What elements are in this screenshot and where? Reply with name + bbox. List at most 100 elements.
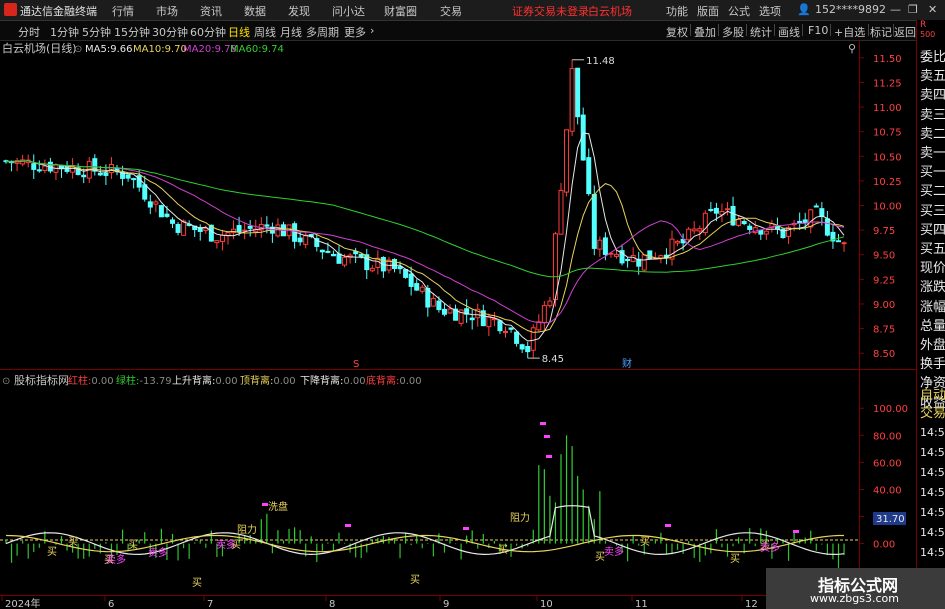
menu-item-wenxiaoda[interactable]: 问小达: [332, 3, 365, 19]
period-fenshi[interactable]: 分时: [18, 24, 40, 40]
btn-fanhui[interactable]: 返回: [894, 24, 916, 40]
buy-signal-label: 买: [410, 574, 420, 586]
panel-item: 买五: [920, 242, 945, 257]
minimize-icon[interactable]: —: [890, 3, 901, 16]
wash-label: 洗盘: [268, 500, 288, 513]
candle-body: [508, 327, 514, 330]
date-tick-label: 10: [540, 599, 553, 609]
period-monthly[interactable]: 月线: [280, 24, 302, 40]
btn-add-watchlist[interactable]: +自选: [834, 24, 865, 40]
ma-value: 9.74: [262, 44, 284, 55]
buy-signal-label: 买: [730, 553, 740, 565]
candle-body: [369, 267, 375, 272]
ma-lines: [5, 132, 845, 342]
candle-body: [297, 237, 303, 243]
btn-diejia[interactable]: 叠加: [694, 24, 716, 40]
candle-body: [153, 201, 159, 205]
date-tick-label: 8: [329, 599, 335, 609]
panel-time: 14:56: [920, 546, 945, 559]
candle-body: [108, 163, 114, 174]
indicator-signal-labels: 买买买买买买买买买买买买卖多卖多卖多卖多 卖多阻力阻力洗盘: [47, 422, 799, 589]
indicator-tick-label: 40.00: [873, 485, 902, 496]
event-s-marker[interactable]: S: [353, 359, 359, 370]
btn-tongji[interactable]: 统计: [750, 24, 772, 40]
price-tick-label: 11.25: [873, 78, 902, 89]
candle-body: [175, 223, 181, 233]
event-cai-marker[interactable]: 财: [622, 357, 632, 370]
indicator-current-value: 31.70: [876, 514, 905, 525]
period-5min[interactable]: 5分钟: [82, 24, 111, 40]
date-tick-label: 11: [635, 599, 648, 609]
date-tick-label: 12: [745, 599, 758, 609]
candle-body: [541, 305, 547, 323]
period-30min[interactable]: 30分钟: [152, 24, 188, 40]
user-account[interactable]: 152****9892: [815, 3, 886, 16]
period-1min[interactable]: 1分钟: [50, 24, 79, 40]
site-watermark: 指标公式网 www.zbgs3.com: [766, 568, 945, 609]
pin-icon[interactable]: ⚲: [848, 42, 856, 55]
btn-huaxian[interactable]: 画线: [778, 24, 800, 40]
price-axis: 11.50 11.25 11.00 10.75 10.50 10.25 10.00 9.75 9…: [859, 54, 902, 360]
candle-body: [686, 228, 692, 241]
menu-item-jiaoyi[interactable]: 交易: [440, 3, 462, 19]
period-multi[interactable]: 多周期: [306, 24, 339, 40]
period-more[interactable]: 更多: [344, 24, 366, 40]
date-tick-label: 7: [207, 599, 213, 609]
buy-signal-label: 买: [128, 539, 138, 551]
signal-dot: [540, 422, 546, 425]
indicator-value: 0.00: [343, 376, 365, 387]
candle-body: [530, 327, 536, 351]
btn-f10[interactable]: F10: [808, 24, 828, 37]
restore-icon[interactable]: ❐: [908, 3, 918, 16]
menu-item-banmian[interactable]: 版面: [697, 3, 719, 19]
date-tick-label: 2024年: [5, 597, 40, 609]
candle-body: [81, 174, 87, 178]
btn-biaoji[interactable]: 标记: [870, 24, 892, 40]
candle-body: [319, 249, 325, 253]
menu-item-hangqing[interactable]: 行情: [112, 3, 134, 19]
menu-item-caifuquan[interactable]: 财富圈: [384, 3, 417, 19]
signal-dot: [463, 527, 469, 530]
indicator-value: 0.00: [273, 376, 295, 387]
panel-item: 涨幅: [920, 299, 945, 315]
user-icon[interactable]: 👤: [797, 3, 811, 16]
indicator-tick-label: 80.00: [873, 431, 902, 442]
candle-body: [158, 205, 164, 218]
trade-login-notice[interactable]: 证券交易未登录: [512, 3, 589, 19]
indicator-dropdown-icon[interactable]: ⊙: [2, 376, 10, 387]
period-daily[interactable]: 日线: [228, 24, 250, 40]
close-icon[interactable]: ✕: [928, 3, 937, 16]
period-60min[interactable]: 60分钟: [190, 24, 226, 40]
menu-item-zixun[interactable]: 资讯: [200, 3, 222, 19]
price-tick-label: 9.25: [873, 275, 895, 286]
candle-body: [20, 159, 26, 165]
menu-item-xuanxiang[interactable]: 选项: [759, 3, 781, 19]
price-tick-label: 8.75: [873, 325, 895, 336]
period-weekly[interactable]: 周线: [254, 24, 276, 40]
indicator-label: 顶背离:: [240, 374, 273, 387]
candle-body: [564, 129, 570, 193]
indicator-legend: 红柱:0.00 绿柱:-13.79 上升背离:0.00 顶背离:0.00 下降背离:0.…: [68, 374, 422, 387]
more-chevron-icon[interactable]: ›: [370, 24, 374, 37]
price-tick-label: 11.50: [873, 54, 902, 65]
panel-time: 14:56: [920, 446, 945, 459]
menu-item-shichang[interactable]: 市场: [156, 3, 178, 19]
ma-dropdown-icon[interactable]: ⊙: [74, 44, 82, 55]
period-15min[interactable]: 15分钟: [114, 24, 150, 40]
menu-item-shuju[interactable]: 数据: [244, 3, 266, 19]
menu-item-gongshi[interactable]: 公式: [728, 3, 750, 19]
panel-item: 外盘: [920, 338, 945, 353]
btn-fuquan[interactable]: 复权: [666, 24, 688, 40]
btn-duogu[interactable]: 多股: [722, 24, 744, 40]
candle-body: [358, 253, 364, 257]
candle-body: [514, 331, 520, 344]
menu-item-faxian[interactable]: 发现: [288, 3, 310, 19]
candle-body: [614, 253, 619, 257]
menu-item-gongneng[interactable]: 功能: [666, 3, 688, 19]
candle-body: [575, 67, 581, 118]
indicator-axis: 100.0080.0060.0040.0020.000.00: [859, 404, 908, 551]
candle-body: [31, 163, 37, 170]
candle-body: [342, 256, 348, 266]
kline-chart[interactable]: 白云机场(日线) ⊙ MA5:9.66 MA10:9.70MA20:9.78MA6…: [0, 40, 916, 609]
candle-body: [841, 242, 847, 245]
